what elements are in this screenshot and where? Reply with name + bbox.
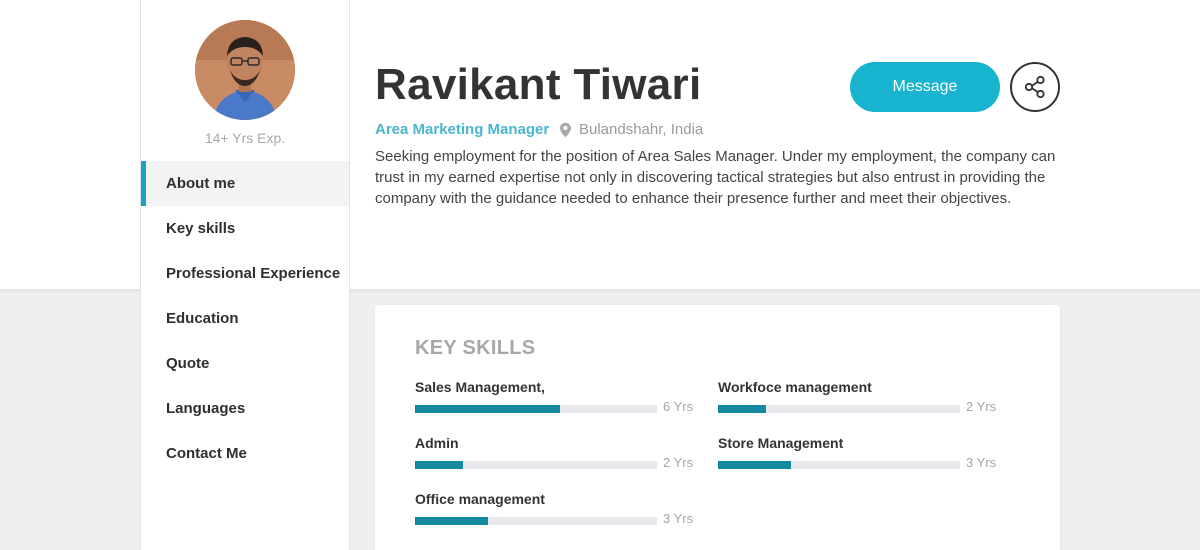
skill-years: 3 Yrs bbox=[966, 455, 997, 470]
skill-years: 2 Yrs bbox=[663, 455, 694, 470]
nav-item-professional-experience[interactable]: Professional Experience bbox=[141, 251, 349, 296]
skill-bar-fill bbox=[415, 405, 561, 413]
profile-name: Ravikant Tiwari bbox=[375, 60, 702, 109]
nav-item-about-me[interactable]: About me bbox=[141, 161, 349, 206]
skill-bar-fill bbox=[718, 461, 791, 469]
profile-role: Area Marketing Manager bbox=[375, 121, 550, 138]
skill-bar-fill bbox=[415, 517, 488, 525]
skill-bar-track bbox=[718, 461, 960, 469]
skill-item: Store Management 3 Yrs bbox=[718, 435, 998, 475]
skill-bar-track bbox=[415, 461, 657, 469]
share-icon bbox=[1024, 75, 1045, 99]
section-nav: About me Key skills Professional Experie… bbox=[141, 161, 349, 476]
key-skills-card: KEY SKILLS Sales Management, 6 Yrs Workf… bbox=[375, 305, 1060, 550]
experience-label: 14+ Yrs Exp. bbox=[204, 130, 286, 146]
nav-item-languages[interactable]: Languages bbox=[141, 386, 349, 431]
nav-item-education[interactable]: Education bbox=[141, 296, 349, 341]
share-button[interactable] bbox=[1010, 62, 1060, 112]
skill-item: Sales Management, 6 Yrs bbox=[415, 379, 695, 419]
sidebar: 14+ Yrs Exp. About me Key skills Profess… bbox=[140, 0, 350, 550]
avatar bbox=[195, 20, 295, 120]
nav-item-contact-me[interactable]: Contact Me bbox=[141, 431, 349, 476]
skill-years: 6 Yrs bbox=[663, 399, 694, 414]
skill-years: 2 Yrs bbox=[966, 399, 997, 414]
skill-name: Sales Management, bbox=[415, 379, 545, 395]
skill-name: Store Management bbox=[718, 435, 844, 451]
skill-name: Office management bbox=[415, 491, 545, 507]
nav-item-quote[interactable]: Quote bbox=[141, 341, 349, 386]
skill-bar-track bbox=[415, 405, 657, 413]
profile-location: Bulandshahr, India bbox=[559, 121, 703, 138]
nav-item-key-skills[interactable]: Key skills bbox=[141, 206, 349, 251]
location-pin-icon bbox=[560, 122, 571, 137]
skill-item: Workfoce management 2 Yrs bbox=[718, 379, 998, 419]
location-text: Bulandshahr, India bbox=[579, 121, 704, 138]
message-button[interactable]: Message bbox=[850, 62, 1000, 112]
key-skills-title: KEY SKILLS bbox=[415, 337, 536, 359]
skill-bar-fill bbox=[718, 405, 767, 413]
skill-bar-track bbox=[718, 405, 960, 413]
profile-summary: Seeking employment for the position of A… bbox=[375, 148, 1056, 207]
skill-bar-fill bbox=[415, 461, 464, 469]
skill-name: Workfoce management bbox=[718, 379, 872, 395]
skill-item: Office management 3 Yrs bbox=[415, 491, 695, 531]
skill-item: Admin 2 Yrs bbox=[415, 435, 695, 475]
skill-name: Admin bbox=[415, 435, 459, 451]
skill-bar-track bbox=[415, 517, 657, 525]
skill-years: 3 Yrs bbox=[663, 511, 694, 526]
